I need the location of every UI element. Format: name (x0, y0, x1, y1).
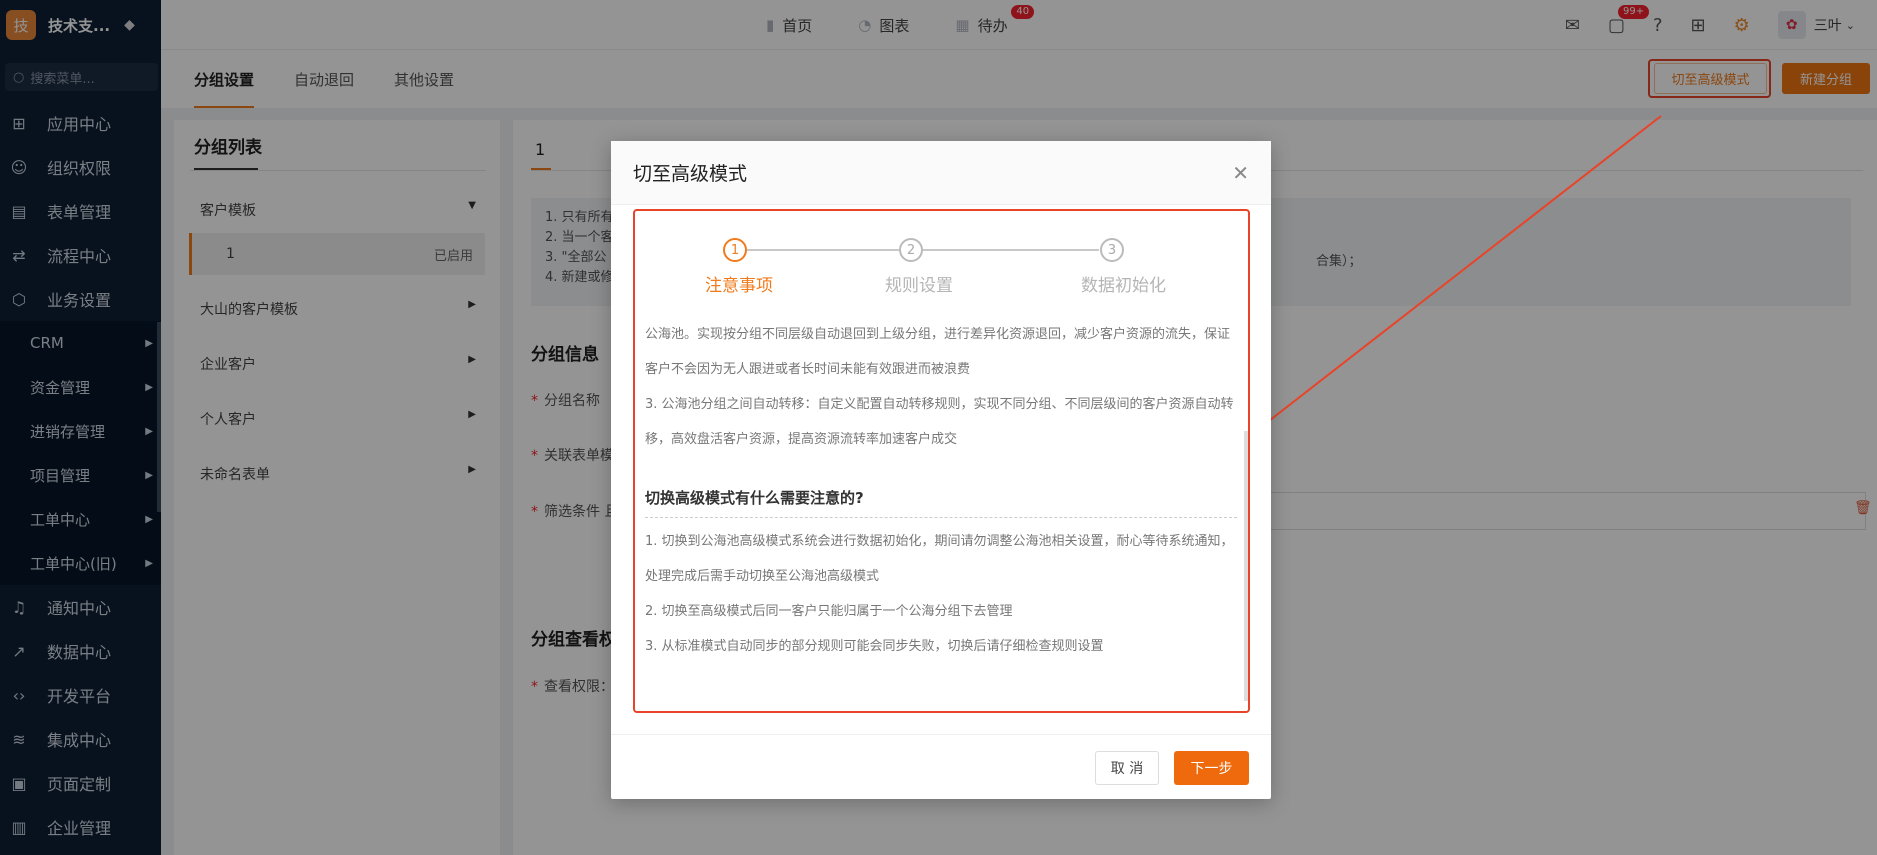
stepper: 1 2 3 注意事项 规则设置 数据初始化 (635, 211, 1248, 311)
step-3-circle: 3 (1100, 238, 1124, 262)
step-2-label: 规则设置 (885, 276, 953, 296)
dialog-content: 公海池。实现按分组不同层级自动退回到上级分组，进行差异化资源退回，减少客户资源的… (645, 317, 1237, 664)
content-scrollbar[interactable] (1244, 431, 1248, 701)
note-item: 3. 从标准模式自动同步的部分规则可能会同步失败，切换后请仔细检查规则设置 (645, 639, 1104, 654)
step-connector (747, 249, 899, 251)
step-1-circle: 1 (723, 238, 747, 262)
switch-advanced-dialog: 切至高级模式 ✕ 1 2 3 注意事项 规则设置 数据初始化 公海池。实现按分组… (611, 141, 1271, 799)
close-icon[interactable]: ✕ (1232, 161, 1249, 185)
next-step-button[interactable]: 下一步 (1174, 751, 1249, 785)
step-1-label: 注意事项 (705, 276, 773, 296)
content-heading: 切换高级模式有什么需要注意的? (645, 485, 1237, 518)
cancel-button[interactable]: 取 消 (1095, 751, 1159, 785)
step-3-label: 数据初始化 (1081, 276, 1166, 296)
dialog-title: 切至高级模式 (611, 141, 1271, 205)
note-item: 1. 切换到公海池高级模式系统会进行数据初始化，期间请勿调整公海池相关设置，耐心… (645, 534, 1234, 584)
step-connector (923, 249, 1099, 251)
content-paragraph: 公海池。实现按分组不同层级自动退回到上级分组，进行差异化资源退回，减少客户资源的… (645, 327, 1231, 377)
content-paragraph: 3. 公海池分组之间自动转移：自定义配置自动转移规则，实现不同分组、不同层级间的… (645, 397, 1234, 447)
dialog-body: 1 2 3 注意事项 规则设置 数据初始化 公海池。实现按分组不同层级自动退回到… (633, 209, 1250, 713)
note-item: 2. 切换至高级模式后同一客户只能归属于一个公海分组下去管理 (645, 604, 1013, 619)
step-2-circle: 2 (899, 238, 923, 262)
dialog-footer: 取 消 下一步 (611, 734, 1271, 799)
